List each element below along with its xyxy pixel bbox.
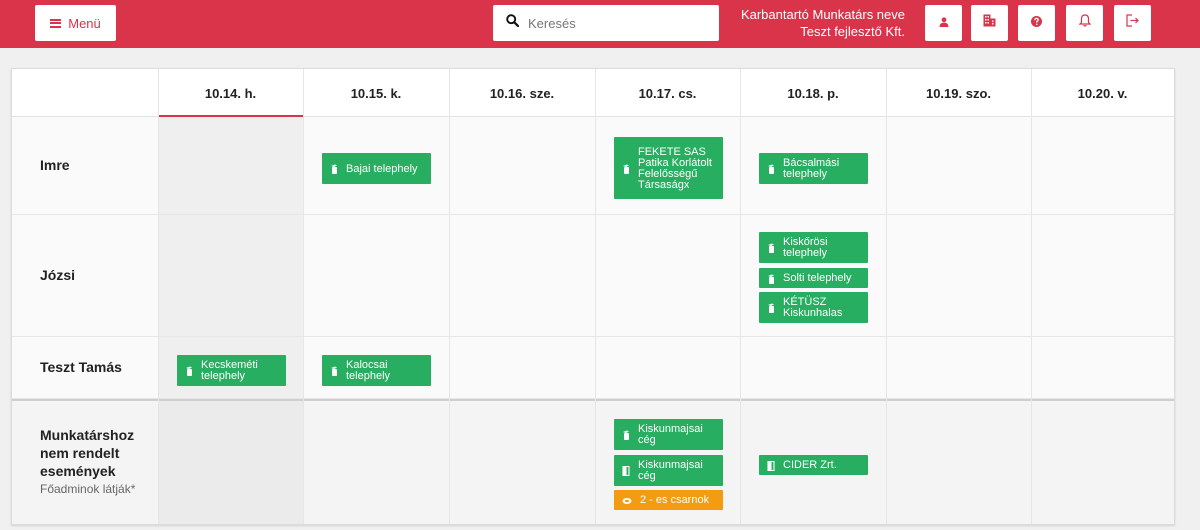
help-button[interactable] [1018,5,1055,41]
bell-icon [1078,14,1091,32]
search-icon [506,14,520,32]
day-header-wed[interactable]: 10.16. sze. [449,69,595,117]
event-label: FEKETE SAS Patika Korlátolt Felelősségű … [638,145,712,191]
event-label: CIDER Zrt. [783,459,837,471]
fire-extinguisher-icon [767,164,775,174]
day-header-tue[interactable]: 10.15. k. [303,69,449,117]
event-chip[interactable]: Bácsalmási telephely [759,153,868,184]
event-label: 2 - es csarnok [640,494,710,506]
grid-line [303,69,304,524]
fire-extinguisher-icon [185,366,193,376]
event-label: Kiskunmajsai cég [638,459,703,482]
worker-name: Teszt Tamás [40,359,122,375]
day-header-sat[interactable]: 10.19. szo. [886,69,1031,117]
building-icon [983,14,996,32]
day-header-mon[interactable]: 10.14. h. [158,69,303,118]
top-bar: Menü Karbantartó Munkatárs neve Teszt fe… [0,0,1200,48]
grid-line [449,69,450,524]
event-label: Kiskunmajsai cég [638,423,703,446]
worker-row-jozsi: Józsi [12,215,1174,337]
grid-line [595,69,596,524]
event-chip[interactable]: KÉTÜSZ Kiskunhalas [759,292,868,323]
menu-button[interactable]: Menü [35,5,116,41]
door-icon [767,460,775,471]
menu-label: Menü [68,15,101,31]
unassigned-row: Munkatárshoz nem rendelt események Főadm… [12,399,1174,524]
event-chip[interactable]: CIDER Zrt. [759,455,868,475]
fire-extinguisher-icon [767,243,775,253]
fire-extinguisher-icon [622,430,630,440]
sites-button[interactable] [971,5,1008,41]
fire-extinguisher-icon [622,164,630,174]
event-label: Kecskeméti telephely [201,359,258,382]
event-chip[interactable]: Kiskunmajsai cég [614,455,723,486]
event-label: Kalocsai telephely [346,359,391,382]
logout-button[interactable] [1114,5,1151,41]
event-label: Kiskőrösi telephely [783,236,828,259]
event-chip[interactable]: Kecskeméti telephely [177,355,286,386]
event-chip[interactable]: 2 - es csarnok [614,490,723,510]
day-header-thu[interactable]: 10.17. cs. [595,69,740,117]
fire-extinguisher-icon [767,303,775,313]
week-calendar: 10.14. h. 10.15. k. 10.16. sze. 10.17. c… [11,68,1175,525]
fire-extinguisher-icon [330,366,338,376]
today-cell[interactable] [158,117,303,214]
calendar-header: 10.14. h. 10.15. k. 10.16. sze. 10.17. c… [12,69,1174,118]
event-chip[interactable]: Kiskőrösi telephely [759,232,868,263]
event-chip[interactable]: FEKETE SAS Patika Korlátolt Felelősségű … [614,137,723,199]
worker-name: Józsi [40,267,76,283]
worker-name: Imre [40,157,70,173]
grid-line [740,69,741,524]
logout-icon [1126,14,1139,32]
company-name: Teszt fejlesztő Kft. [800,24,905,39]
user-name: Karbantartó Munkatárs neve [740,7,905,22]
day-header-sun[interactable]: 10.20. v. [1031,69,1174,117]
event-chip[interactable]: Solti telephely [759,268,868,288]
event-chip[interactable]: Kalocsai telephely [322,355,431,386]
help-icon [1031,14,1042,32]
user-icon [939,14,949,32]
hose-icon [622,497,632,505]
today-cell[interactable] [158,215,303,336]
profile-button[interactable] [925,5,962,41]
notifications-button[interactable] [1066,5,1103,41]
door-icon [622,466,630,476]
user-info[interactable]: Karbantartó Munkatárs neve Teszt fejlesz… [741,6,905,40]
search-box [493,5,719,41]
today-cell[interactable] [158,401,303,524]
fire-extinguisher-icon [767,274,775,284]
fire-extinguisher-icon [330,164,338,174]
event-label: Bácsalmási telephely [783,157,840,180]
grid-line [158,69,159,524]
hamburger-icon [50,18,62,28]
grid-line [1031,69,1032,524]
event-label: Bajai telephely [346,162,418,175]
event-label: Solti telephely [783,272,852,284]
grid-line [886,69,887,524]
event-chip[interactable]: Bajai telephely [322,153,431,184]
unassigned-note: Főadminok látják* [40,482,136,496]
unassigned-title: Munkatárshoz nem rendelt események [40,427,135,479]
day-header-fri[interactable]: 10.18. p. [740,69,886,117]
event-label: KÉTÜSZ Kiskunhalas [783,296,843,319]
worker-row-imre: Imre [12,117,1174,215]
event-chip[interactable]: Kiskunmajsai cég [614,419,723,450]
search-input[interactable] [528,8,708,38]
